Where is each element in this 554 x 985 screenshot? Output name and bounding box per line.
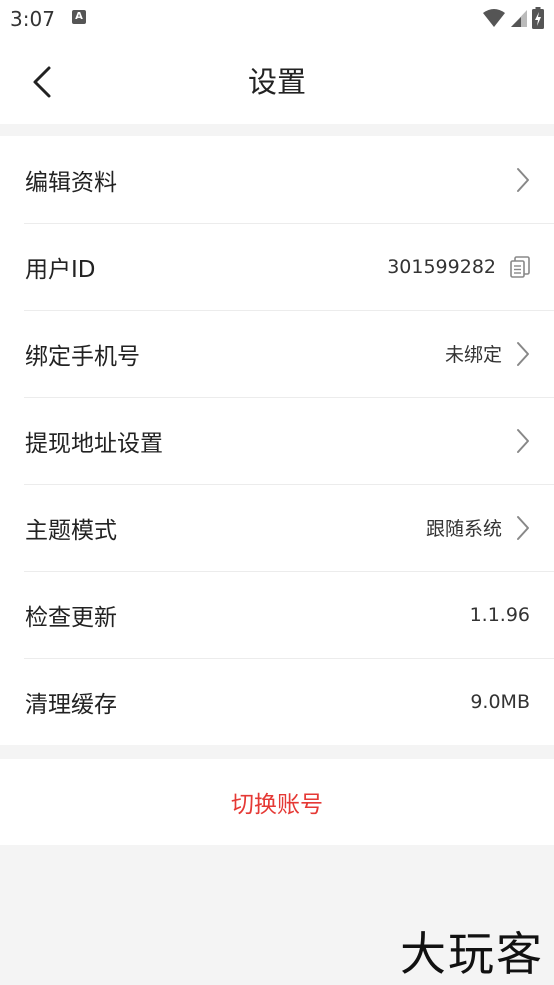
bind-phone-status: 未绑定 (444, 344, 502, 366)
brand-watermark: 大玩客 (400, 927, 544, 981)
settings-row-user-id: 用户ID 301599282 (0, 223, 554, 310)
settings-row-edit-profile[interactable]: 编辑资料 (0, 136, 554, 223)
settings-row-clear-cache[interactable]: 清理缓存 9.0MB (0, 658, 554, 745)
settings-list: 编辑资料 用户ID 301599282 绑定手机号 未绑定 提现地址设置 主题模… (0, 136, 554, 745)
signal-icon (511, 10, 527, 27)
cache-size-value: 9.0MB (470, 690, 530, 713)
settings-row-withdraw-address[interactable]: 提现地址设置 (0, 397, 554, 484)
page-title: 设置 (247, 65, 306, 99)
row-label: 用户ID (25, 256, 96, 283)
row-label: 检查更新 (25, 604, 117, 631)
chevron-right-icon (516, 167, 530, 193)
row-label: 绑定手机号 (25, 343, 140, 370)
row-label: 清理缓存 (25, 691, 117, 718)
chevron-right-icon (516, 515, 530, 541)
nav-bar: 设置 (0, 38, 554, 124)
user-id-value: 301599282 (387, 255, 496, 278)
chevron-right-icon (516, 341, 530, 367)
row-label: 编辑资料 (25, 169, 117, 196)
switch-account-label: 切换账号 (231, 792, 323, 818)
app-version-value: 1.1.96 (469, 603, 530, 626)
settings-row-bind-phone[interactable]: 绑定手机号 未绑定 (0, 310, 554, 397)
row-label: 主题模式 (25, 517, 117, 544)
chevron-right-icon (516, 428, 530, 454)
copy-icon[interactable] (510, 255, 530, 278)
battery-icon (532, 7, 544, 29)
theme-mode-value: 跟随系统 (425, 518, 502, 540)
notification-icon: A (72, 10, 86, 24)
wifi-icon (483, 9, 505, 27)
settings-row-check-update[interactable]: 检查更新 1.1.96 (0, 571, 554, 658)
status-bar: 3:07 A (0, 0, 554, 38)
settings-row-theme-mode[interactable]: 主题模式 跟随系统 (0, 484, 554, 571)
status-time: 3:07 (10, 7, 55, 31)
switch-account-button[interactable]: 切换账号 (0, 759, 554, 845)
row-label: 提现地址设置 (25, 430, 163, 457)
status-icons (482, 6, 544, 30)
